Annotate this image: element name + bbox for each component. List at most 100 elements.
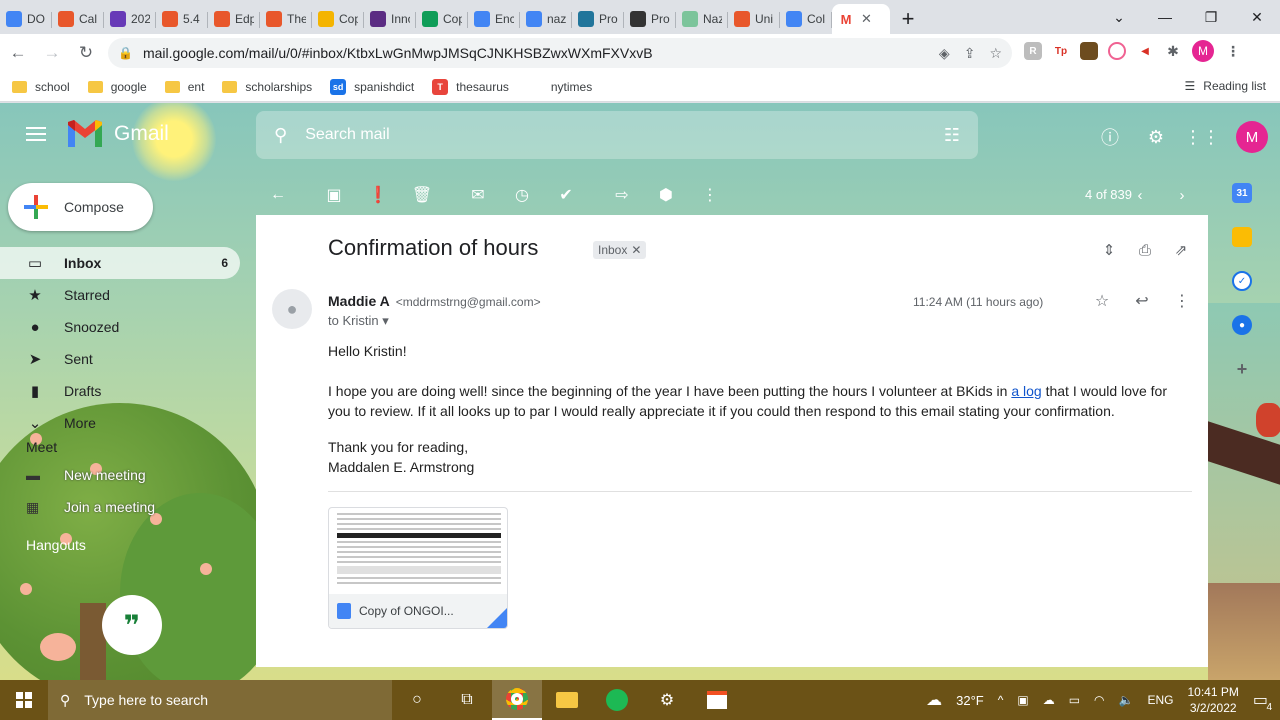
mark-unread-icon[interactable]: ✉ [456, 175, 500, 215]
remove-label-icon[interactable]: ✕ [631, 243, 641, 257]
wifi-icon[interactable]: ◠ [1094, 693, 1104, 707]
browser-tab[interactable]: The [260, 4, 312, 34]
close-tab-icon[interactable]: ✕ [861, 11, 872, 27]
temperature[interactable]: 32°F [956, 693, 984, 708]
back-button[interactable]: ← [2, 37, 34, 69]
tray-chevron-icon[interactable]: ^ [998, 693, 1004, 707]
snooze-icon[interactable]: ◷ [500, 175, 544, 215]
log-link[interactable]: a log [1011, 383, 1041, 399]
apps-grid-icon[interactable]: ⋮⋮ [1184, 125, 1220, 149]
bookmark-school[interactable]: school [12, 80, 70, 94]
browser-tab[interactable]: Pro [624, 4, 676, 34]
collapse-icon[interactable]: ⇕ [1100, 241, 1118, 259]
report-spam-icon[interactable]: ❗ [356, 175, 400, 215]
volume-icon[interactable]: 🔈 [1119, 693, 1134, 707]
reload-button[interactable]: ↻ [70, 37, 102, 69]
restore-button[interactable]: ❐ [1188, 0, 1234, 34]
browser-tab[interactable]: Cop [312, 4, 364, 34]
browser-tab[interactable]: Cop [416, 4, 468, 34]
browser-tab[interactable]: DO [0, 4, 52, 34]
browser-tab[interactable]: Cal [52, 4, 104, 34]
meet-item-join[interactable]: ▦ Join a meeting [0, 491, 256, 523]
older-icon[interactable]: › [1170, 183, 1194, 207]
eye-icon[interactable]: ◈ [939, 45, 950, 62]
browser-tab[interactable]: Naz [676, 4, 728, 34]
clock[interactable]: 10:41 PM 3/2/2022 [1188, 684, 1239, 716]
help-icon[interactable]: ⓘ [1098, 125, 1122, 149]
browser-tab[interactable]: Uni [728, 4, 780, 34]
extension-bowl-icon[interactable] [1080, 42, 1098, 60]
reading-list[interactable]: ☰ Reading list [1185, 79, 1266, 93]
meet-item-new[interactable]: ▬ New meeting [0, 459, 256, 491]
hangouts-quote-icon[interactable]: ❞ [102, 595, 162, 655]
language-indicator[interactable]: ENG [1147, 693, 1173, 707]
bookmark-google[interactable]: google [87, 80, 147, 94]
notification-icon[interactable]: ▭ 4 [1253, 690, 1272, 713]
extension-tp-icon[interactable]: Tp [1052, 42, 1070, 60]
more-message-icon[interactable]: ⋮ [1172, 291, 1192, 311]
browser-tab[interactable]: Edp [208, 4, 260, 34]
forward-button[interactable]: → [36, 37, 68, 69]
share-icon[interactable]: ⇪ [964, 45, 976, 62]
compose-button[interactable]: Compose [8, 183, 153, 231]
cortana-icon[interactable]: ○ [392, 680, 442, 720]
open-new-window-icon[interactable]: ⇗ [1172, 241, 1190, 259]
more-actions-icon[interactable]: ⋮ [688, 175, 732, 215]
sidebar-item-starred[interactable]: ★ Starred [0, 279, 240, 311]
bookmark-scholarships[interactable]: scholarships [222, 80, 312, 94]
profile-avatar[interactable]: M [1192, 40, 1214, 62]
recipient-line[interactable]: to Kristin ▾ [328, 313, 389, 329]
gmail-logo[interactable]: Gmail [66, 119, 169, 149]
sidebar-item-more[interactable]: ⌄ More [0, 407, 240, 439]
extension-ring-icon[interactable] [1108, 42, 1126, 60]
keep-icon[interactable] [1232, 227, 1252, 247]
star-icon[interactable]: ☆ [1092, 291, 1112, 311]
browser-menu-icon[interactable]: ⋮ [1224, 42, 1242, 60]
contacts-icon[interactable]: ● [1232, 315, 1252, 335]
bookmark-thesaurus[interactable]: Tthesaurus [432, 78, 509, 95]
onedrive-icon[interactable]: ☁ [1043, 693, 1055, 707]
extension-megaphone-icon[interactable]: ◀ [1136, 42, 1154, 60]
sidebar-item-drafts[interactable]: ▮ Drafts [0, 375, 240, 407]
label-icon[interactable]: ⬢ [644, 175, 688, 215]
bookmark-star-icon[interactable]: ☆ [989, 45, 1002, 62]
browser-tab[interactable]: 5.4 [156, 4, 208, 34]
bookmark-ent[interactable]: ent [164, 80, 204, 94]
puzzle-icon[interactable]: ✱ [1164, 42, 1182, 60]
search-input[interactable] [305, 126, 944, 144]
weather-icon[interactable]: ☁ [926, 690, 942, 710]
lock-icon[interactable]: 🔒 [118, 46, 133, 60]
spotify-icon[interactable] [592, 680, 642, 720]
move-to-icon[interactable]: ⇨ [600, 175, 644, 215]
settings-icon[interactable]: ⚙ [642, 680, 692, 720]
store-icon[interactable] [692, 680, 742, 720]
browser-tab[interactable]: Inno [364, 4, 416, 34]
tasks-icon[interactable]: ✓ [1232, 271, 1252, 291]
add-on-plus-icon[interactable]: + [1232, 359, 1252, 379]
search-icon[interactable]: ⚲ [274, 125, 287, 146]
main-menu-icon[interactable] [26, 127, 46, 141]
browser-tab[interactable]: 202 [104, 4, 156, 34]
bookmark-nytimes[interactable]: nytimes [526, 78, 592, 95]
minimize-button[interactable]: — [1142, 0, 1188, 34]
file-explorer-icon[interactable] [542, 680, 592, 720]
calendar-icon[interactable]: 31 [1232, 183, 1252, 203]
task-view-icon[interactable]: ⧉ [442, 680, 492, 720]
sidebar-item-sent[interactable]: ➤ Sent [0, 343, 240, 375]
back-to-inbox-icon[interactable]: ← [256, 175, 300, 215]
add-task-icon[interactable]: ✔ [544, 175, 588, 215]
reply-icon[interactable]: ↩ [1132, 291, 1152, 311]
start-button[interactable] [0, 680, 48, 720]
archive-icon[interactable]: ▣ [312, 175, 356, 215]
chrome-taskbar-icon[interactable] [492, 680, 542, 720]
newer-icon[interactable]: ‹ [1128, 183, 1152, 207]
print-icon[interactable]: ⎙ [1136, 241, 1154, 259]
search-options-icon[interactable]: ☷ [944, 125, 960, 146]
address-bar[interactable]: 🔒 mail.google.com/mail/u/0/#inbox/KtbxLw… [108, 38, 1012, 68]
taskbar-search[interactable]: ⚲ Type here to search [48, 680, 392, 720]
browser-tab-active[interactable]: M ✕ [832, 4, 890, 34]
sidebar-item-snoozed[interactable]: ● Snoozed [0, 311, 240, 343]
tab-search-icon[interactable]: ⌄ [1096, 0, 1142, 34]
attachment-card[interactable]: Copy of ONGOI... [328, 507, 508, 629]
browser-tab[interactable]: Enc [468, 4, 520, 34]
